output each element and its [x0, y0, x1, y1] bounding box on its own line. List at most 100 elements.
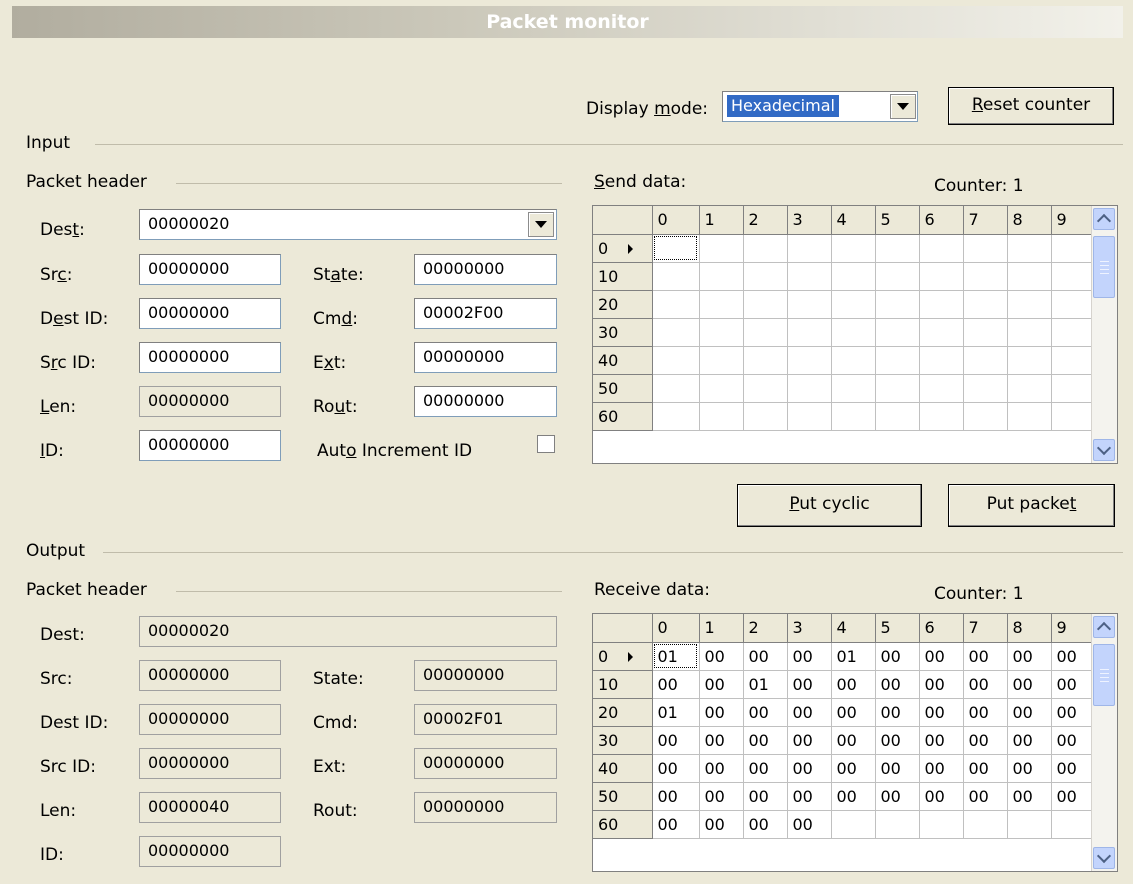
- table-cell[interactable]: 00: [919, 670, 964, 699]
- table-cell[interactable]: [699, 234, 744, 263]
- receive-data-grid[interactable]: 0 1 2 3 4 5 6 7 8 9 0 01 00 00 00 01 00 …: [592, 613, 1118, 872]
- table-cell[interactable]: [787, 262, 832, 291]
- input-cmd-field[interactable]: 00002F00: [414, 298, 557, 329]
- table-cell[interactable]: 00: [1007, 782, 1052, 811]
- table-cell[interactable]: [743, 262, 788, 291]
- table-cell[interactable]: [919, 234, 964, 263]
- table-cell[interactable]: [652, 262, 700, 291]
- table-cell[interactable]: [743, 374, 788, 403]
- table-cell[interactable]: [1007, 234, 1052, 263]
- table-cell[interactable]: [699, 318, 744, 347]
- send-grid-scrollbar[interactable]: [1091, 206, 1117, 463]
- auto-increment-checkbox[interactable]: [537, 435, 555, 453]
- table-cell[interactable]: [743, 346, 788, 375]
- table-cell[interactable]: [919, 810, 964, 839]
- table-cell[interactable]: [1007, 810, 1052, 839]
- table-cell[interactable]: 00: [963, 698, 1008, 727]
- table-cell[interactable]: 01: [652, 698, 700, 727]
- table-cell[interactable]: 00: [1051, 698, 1094, 727]
- table-cell[interactable]: [963, 290, 1008, 319]
- table-cell[interactable]: 00: [1051, 670, 1094, 699]
- table-cell[interactable]: [875, 290, 920, 319]
- table-cell[interactable]: 00: [743, 754, 788, 783]
- table-cell[interactable]: 00: [875, 670, 920, 699]
- input-dest-combo[interactable]: 00000020: [139, 209, 557, 240]
- table-cell[interactable]: [699, 290, 744, 319]
- table-cell[interactable]: [787, 234, 832, 263]
- table-cell[interactable]: [875, 262, 920, 291]
- send-data-grid[interactable]: 0 1 2 3 4 5 6 7 8 9 0 10 20 30 40 50 60: [592, 205, 1118, 464]
- table-cell[interactable]: 00: [787, 726, 832, 755]
- scroll-thumb[interactable]: [1093, 644, 1115, 706]
- table-cell[interactable]: [743, 290, 788, 319]
- table-cell[interactable]: [831, 346, 876, 375]
- table-cell[interactable]: 00: [787, 698, 832, 727]
- table-cell[interactable]: [743, 402, 788, 431]
- input-state-field[interactable]: 00000000: [414, 254, 557, 285]
- table-cell[interactable]: 00: [1007, 754, 1052, 783]
- table-cell[interactable]: 00: [787, 754, 832, 783]
- table-cell[interactable]: 00: [831, 698, 876, 727]
- table-cell[interactable]: [831, 374, 876, 403]
- table-cell[interactable]: 00: [963, 754, 1008, 783]
- table-cell[interactable]: 00: [919, 698, 964, 727]
- table-cell[interactable]: 00: [743, 782, 788, 811]
- table-cell[interactable]: 00: [875, 642, 920, 671]
- table-cell[interactable]: 00: [787, 782, 832, 811]
- table-cell[interactable]: [919, 318, 964, 347]
- table-cell[interactable]: 00: [699, 810, 744, 839]
- reset-counter-button[interactable]: Reset counter: [948, 87, 1114, 125]
- table-cell[interactable]: [875, 346, 920, 375]
- table-cell[interactable]: 00: [831, 754, 876, 783]
- table-cell[interactable]: [1051, 290, 1094, 319]
- table-cell[interactable]: [831, 290, 876, 319]
- put-packet-button[interactable]: Put packet: [948, 484, 1115, 527]
- table-cell[interactable]: [875, 374, 920, 403]
- table-cell[interactable]: [743, 318, 788, 347]
- table-cell[interactable]: [1007, 262, 1052, 291]
- table-cell[interactable]: 01: [831, 642, 876, 671]
- table-cell[interactable]: 00: [963, 726, 1008, 755]
- table-cell[interactable]: [1007, 346, 1052, 375]
- input-rout-field[interactable]: 00000000: [414, 386, 557, 417]
- scroll-down-button[interactable]: [1093, 439, 1115, 461]
- table-cell[interactable]: 00: [963, 670, 1008, 699]
- table-cell[interactable]: [875, 402, 920, 431]
- table-cell[interactable]: [787, 374, 832, 403]
- table-cell[interactable]: 00: [875, 698, 920, 727]
- scroll-up-button[interactable]: [1093, 208, 1115, 230]
- table-cell[interactable]: 00: [652, 726, 700, 755]
- receive-grid-scrollbar[interactable]: [1091, 614, 1117, 871]
- table-cell[interactable]: [652, 346, 700, 375]
- table-cell[interactable]: 00: [1051, 726, 1094, 755]
- table-cell[interactable]: 00: [743, 642, 788, 671]
- table-cell[interactable]: 00: [652, 754, 700, 783]
- table-cell[interactable]: 00: [919, 726, 964, 755]
- table-cell[interactable]: 00: [787, 810, 832, 839]
- table-cell[interactable]: 01: [743, 670, 788, 699]
- table-cell[interactable]: 00: [652, 782, 700, 811]
- table-cell[interactable]: [652, 374, 700, 403]
- table-cell[interactable]: 00: [875, 754, 920, 783]
- table-cell[interactable]: 00: [1051, 782, 1094, 811]
- table-cell[interactable]: [831, 402, 876, 431]
- table-cell[interactable]: [831, 318, 876, 347]
- table-cell[interactable]: [699, 262, 744, 291]
- table-cell[interactable]: [652, 290, 700, 319]
- input-id-field[interactable]: 00000000: [139, 430, 281, 461]
- table-cell[interactable]: [699, 402, 744, 431]
- table-cell[interactable]: [963, 318, 1008, 347]
- table-cell[interactable]: [919, 262, 964, 291]
- table-cell[interactable]: [963, 262, 1008, 291]
- table-cell[interactable]: [1007, 402, 1052, 431]
- table-cell[interactable]: 00: [652, 810, 700, 839]
- table-cell[interactable]: [1051, 374, 1094, 403]
- table-cell[interactable]: 00: [652, 670, 700, 699]
- table-cell[interactable]: 00: [787, 670, 832, 699]
- table-cell[interactable]: 00: [919, 642, 964, 671]
- table-cell[interactable]: 00: [743, 698, 788, 727]
- table-cell[interactable]: [963, 402, 1008, 431]
- scroll-down-button[interactable]: [1093, 847, 1115, 869]
- table-cell[interactable]: 00: [743, 726, 788, 755]
- table-cell[interactable]: [1007, 374, 1052, 403]
